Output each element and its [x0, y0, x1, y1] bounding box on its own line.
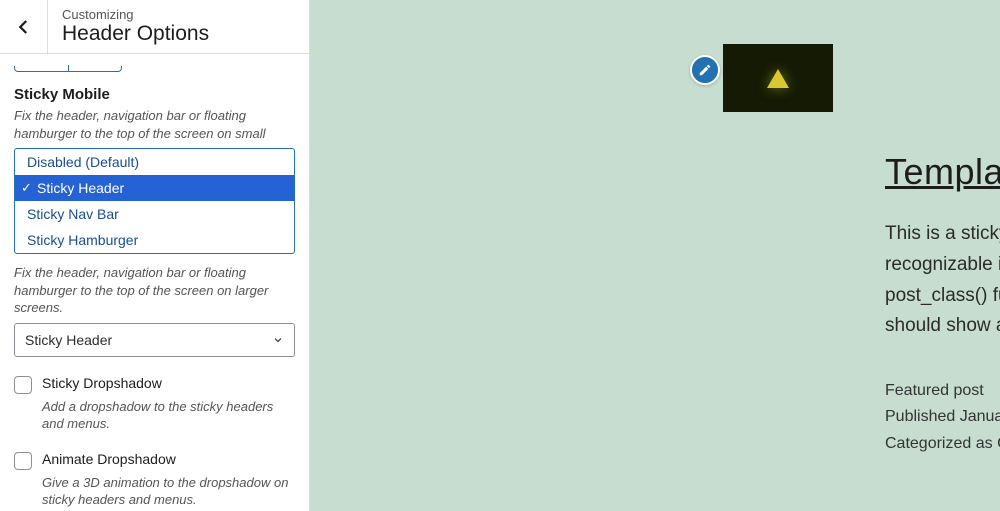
sticky-desktop-value: Sticky Header	[25, 332, 112, 348]
post: Template: Sticky This is a sticky post. …	[885, 151, 1000, 457]
sticky-mobile-dropdown[interactable]: Disabled (Default) Sticky Header Sticky …	[14, 148, 295, 254]
customizer-sidebar: Customizing Header Options Sticky Mobile…	[0, 0, 310, 511]
chevron-down-icon	[272, 334, 284, 346]
back-button[interactable]	[0, 0, 48, 54]
dropdown-option-sticky-nav[interactable]: Sticky Nav Bar	[15, 201, 294, 227]
pencil-icon	[698, 63, 712, 77]
sticky-desktop-desc: Fix the header, navigation bar or floati…	[14, 264, 295, 317]
breadcrumb: Customizing	[62, 7, 209, 22]
meta-date: Published January 7, 2012	[885, 404, 1000, 430]
meta-categories: Categorized as Classic, Uncategorized	[885, 431, 1000, 457]
sticky-mobile-title: Sticky Mobile	[14, 86, 295, 103]
post-title[interactable]: Template: Sticky	[885, 151, 1000, 193]
edit-shortcut-logo[interactable]	[690, 55, 720, 85]
animate-dropshadow-desc: Give a 3D animation to the dropshadow on…	[42, 474, 295, 509]
animate-dropshadow-checkbox[interactable]	[14, 452, 32, 470]
sticky-mobile-desc: Fix the header, navigation bar or floati…	[14, 107, 295, 142]
dropdown-option-sticky-header[interactable]: Sticky Header	[15, 175, 294, 201]
sidebar-header: Customizing Header Options	[0, 0, 309, 54]
tab-stub	[14, 66, 122, 72]
meta-featured: Featured post	[885, 378, 1000, 404]
dropdown-option-disabled[interactable]: Disabled (Default)	[15, 149, 294, 175]
sticky-dropshadow-desc: Add a dropshadow to the sticky headers a…	[42, 398, 295, 433]
sticky-desktop-select[interactable]: Sticky Header	[14, 323, 295, 357]
preview-pane: a Blog page Template: Sticky This is a s…	[310, 0, 1000, 511]
chevron-left-icon	[15, 18, 33, 36]
animate-dropshadow-label: Animate Dropshadow	[42, 451, 176, 467]
post-body: This is a sticky post. There are a few t…	[885, 219, 1000, 342]
dropdown-option-sticky-hamburger[interactable]: Sticky Hamburger	[15, 227, 294, 253]
site-logo[interactable]	[723, 44, 833, 112]
sticky-dropshadow-label: Sticky Dropshadow	[42, 375, 162, 391]
sticky-dropshadow-checkbox[interactable]	[14, 376, 32, 394]
panel-title: Header Options	[62, 22, 209, 46]
triangle-icon	[767, 69, 789, 88]
